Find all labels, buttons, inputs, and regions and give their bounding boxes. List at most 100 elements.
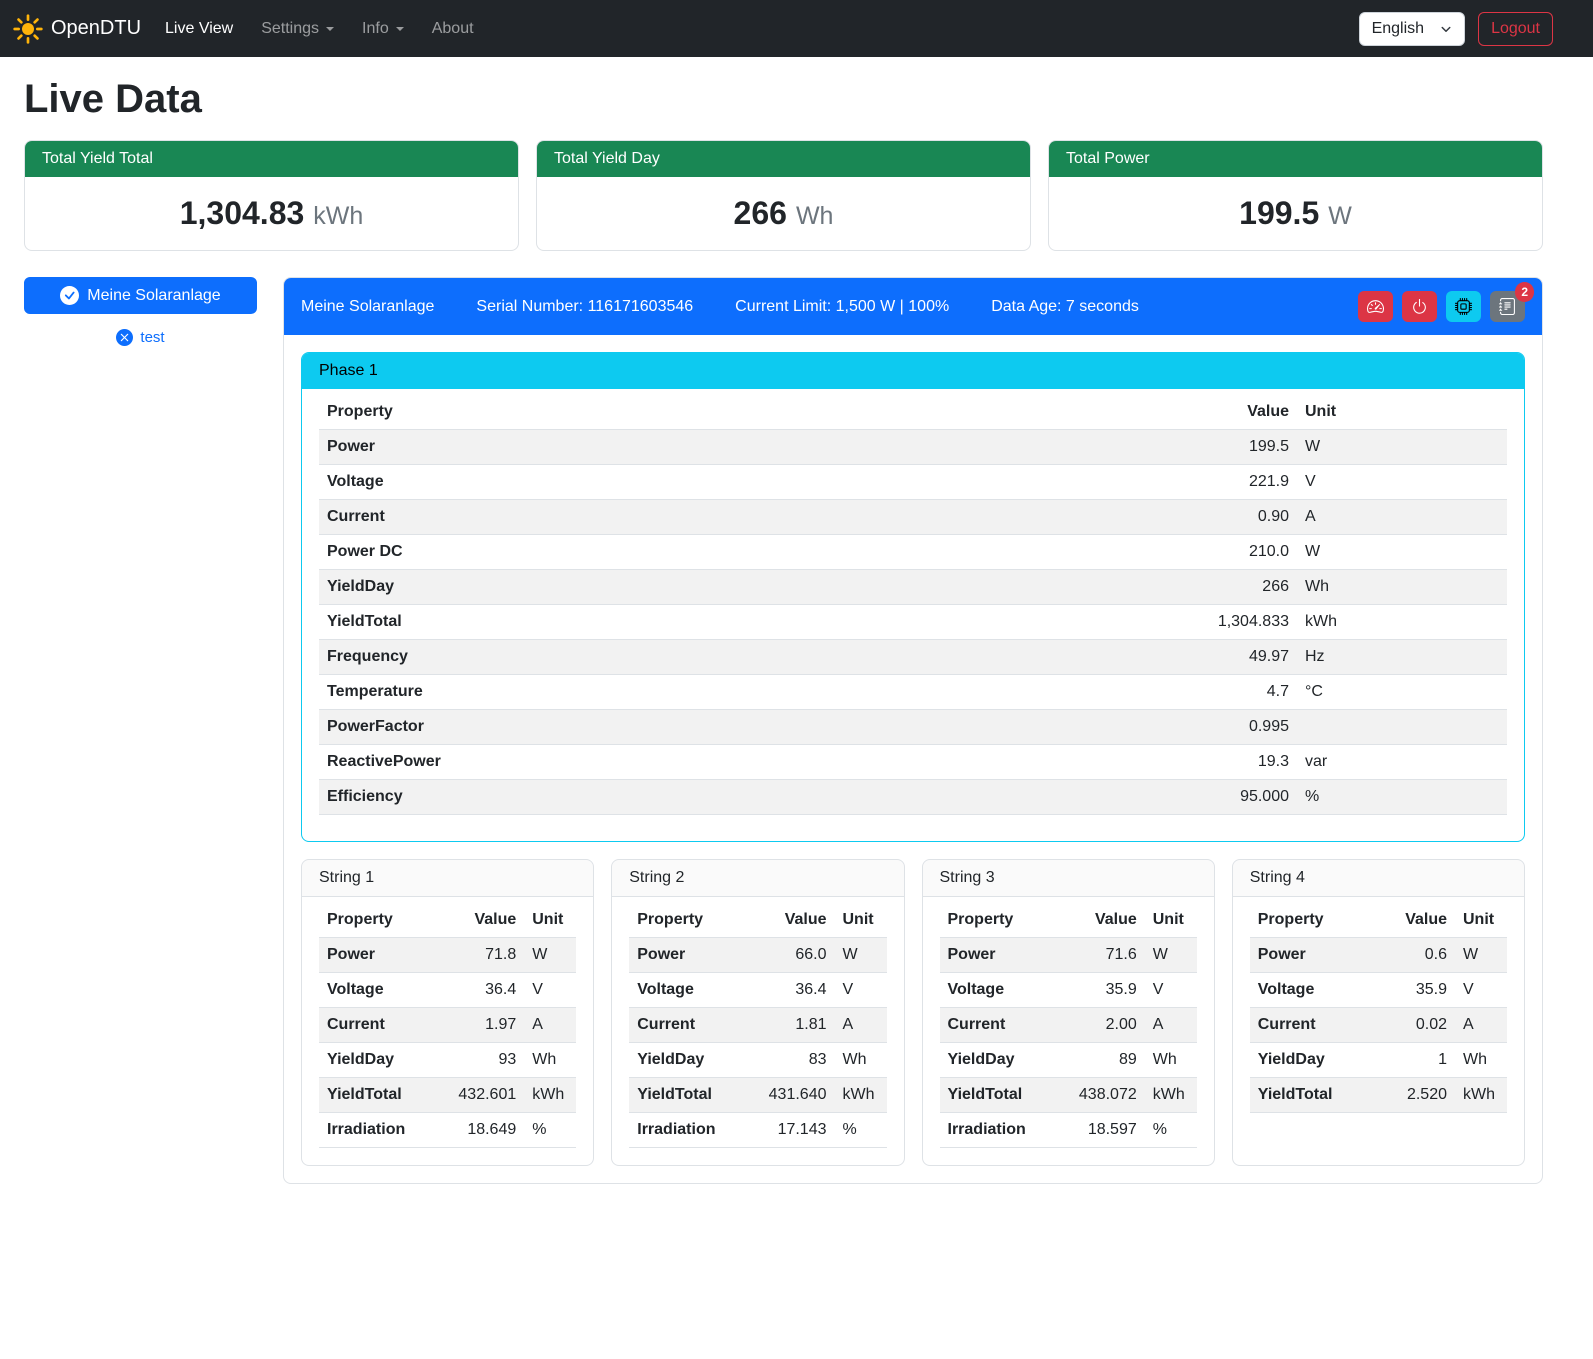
column-header-unit: Unit xyxy=(835,903,887,938)
unit-cell xyxy=(1297,710,1507,745)
property-cell: YieldTotal xyxy=(629,1078,744,1113)
column-header-unit: Unit xyxy=(1455,903,1507,938)
value-cell: 36.4 xyxy=(744,973,834,1008)
table-row: Current 2.00 A xyxy=(940,1008,1197,1043)
string-card-body: Property Value Unit Power 71.6 W Voltage… xyxy=(923,897,1214,1165)
string-table-head: Property Value Unit xyxy=(319,903,576,938)
nav-item-settings[interactable]: Settings xyxy=(247,12,348,46)
property-cell: Frequency xyxy=(319,640,904,675)
summary-unit: W xyxy=(1328,202,1352,230)
summary-unit: Wh xyxy=(796,202,834,230)
table-row: Temperature 4.7 °C xyxy=(319,675,1507,710)
inverter-serial: Serial Number: 116171603546 xyxy=(476,298,693,316)
property-cell: YieldDay xyxy=(629,1043,744,1078)
inverter-data-age: Data Age: 7 seconds xyxy=(991,298,1139,316)
property-cell: YieldDay xyxy=(940,1043,1055,1078)
inverter-item-test[interactable]: test xyxy=(24,329,257,346)
table-row: YieldDay 1 Wh xyxy=(1250,1043,1507,1078)
table-row: Voltage 36.4 V xyxy=(319,973,576,1008)
table-row: ReactivePower 19.3 var xyxy=(319,745,1507,780)
value-cell: 36.4 xyxy=(434,973,524,1008)
value-cell: 18.597 xyxy=(1055,1113,1145,1148)
nav-item-live-view[interactable]: Live View xyxy=(151,12,247,46)
nav-item-about[interactable]: About xyxy=(418,12,488,46)
property-cell: Current xyxy=(319,1008,434,1043)
unit-cell: W xyxy=(1297,535,1507,570)
property-cell: YieldTotal xyxy=(319,605,904,640)
phase-card-title: Phase 1 xyxy=(302,353,1524,389)
string-table: Property Value Unit Power 71.8 W Voltage… xyxy=(319,903,576,1148)
unit-cell: kWh xyxy=(1455,1078,1507,1113)
table-row: Power 66.0 W xyxy=(629,938,886,973)
property-cell: Power xyxy=(319,938,434,973)
value-cell: 0.02 xyxy=(1375,1008,1455,1043)
table-row: YieldDay 266 Wh xyxy=(319,570,1507,605)
unit-cell: W xyxy=(1455,938,1507,973)
column-header-value: Value xyxy=(1055,903,1145,938)
brand[interactable]: OpenDTU xyxy=(12,13,141,45)
inverter-actions: 2 xyxy=(1358,291,1525,322)
language-select[interactable]: English xyxy=(1359,12,1465,46)
unit-cell: A xyxy=(524,1008,576,1043)
table-row: Frequency 49.97 Hz xyxy=(319,640,1507,675)
sun-logo-icon xyxy=(12,13,44,45)
table-row: Irradiation 17.143 % xyxy=(629,1113,886,1148)
property-cell: Power xyxy=(1250,938,1375,973)
logout-button[interactable]: Logout xyxy=(1478,12,1553,46)
unit-cell: W xyxy=(1297,430,1507,465)
property-cell: Power xyxy=(629,938,744,973)
inverter-select-button[interactable]: Meine Solaranlage xyxy=(24,277,257,314)
summary-card-total-yield-total: Total Yield Total 1,304.83kWh xyxy=(24,140,519,251)
unit-cell: V xyxy=(835,973,887,1008)
property-cell: Irradiation xyxy=(319,1113,434,1148)
string-card-2: String 2 Property Value Unit xyxy=(611,859,904,1166)
limit-settings-button[interactable] xyxy=(1358,291,1393,322)
value-cell: 221.9 xyxy=(904,465,1297,500)
table-row: Current 0.02 A xyxy=(1250,1008,1507,1043)
string-card-body: Property Value Unit Power 71.8 W Voltage… xyxy=(302,897,593,1165)
string-table-body: Power 0.6 W Voltage 35.9 V Current 0.02 … xyxy=(1250,938,1507,1113)
event-log-button[interactable]: 2 xyxy=(1490,291,1525,322)
device-info-button[interactable] xyxy=(1446,291,1481,322)
value-cell: 1,304.833 xyxy=(904,605,1297,640)
phase-table-body: Power 199.5 W Voltage 221.9 V Current 0.… xyxy=(319,430,1507,815)
value-cell: 1.97 xyxy=(434,1008,524,1043)
nav-item-info[interactable]: Info xyxy=(348,12,418,46)
column-header-property: Property xyxy=(319,395,904,430)
unit-cell: W xyxy=(1145,938,1197,973)
summary-card-total-yield-day: Total Yield Day 266Wh xyxy=(536,140,1031,251)
property-cell: Current xyxy=(319,500,904,535)
inverter-card-header: Meine Solaranlage Serial Number: 1161716… xyxy=(284,278,1542,335)
property-cell: Voltage xyxy=(629,973,744,1008)
string-card-body: Property Value Unit Power 66.0 W Voltage… xyxy=(612,897,903,1165)
value-cell: 17.143 xyxy=(744,1113,834,1148)
power-button[interactable] xyxy=(1402,291,1437,322)
table-row: YieldDay 89 Wh xyxy=(940,1043,1197,1078)
phase-table: Property Value Unit Power 199.5 W Voltag… xyxy=(319,395,1507,815)
value-cell: 1.81 xyxy=(744,1008,834,1043)
summary-card-title: Total Power xyxy=(1049,141,1542,177)
value-cell: 71.8 xyxy=(434,938,524,973)
property-cell: Voltage xyxy=(1250,973,1375,1008)
value-cell: 2.00 xyxy=(1055,1008,1145,1043)
property-cell: YieldTotal xyxy=(319,1078,434,1113)
summary-card-title: Total Yield Total xyxy=(25,141,518,177)
table-row: YieldTotal 432.601 kWh xyxy=(319,1078,576,1113)
string-table: Property Value Unit Power 0.6 W Voltage … xyxy=(1250,903,1507,1113)
value-cell: 199.5 xyxy=(904,430,1297,465)
string-table-head: Property Value Unit xyxy=(940,903,1197,938)
string-table: Property Value Unit Power 71.6 W Voltage… xyxy=(940,903,1197,1148)
column-header-unit: Unit xyxy=(1145,903,1197,938)
unit-cell: var xyxy=(1297,745,1507,780)
property-cell: Irradiation xyxy=(940,1113,1055,1148)
table-row: YieldTotal 438.072 kWh xyxy=(940,1078,1197,1113)
table-row: Current 1.81 A xyxy=(629,1008,886,1043)
summary-value: 266 xyxy=(734,195,787,231)
unit-cell: A xyxy=(1455,1008,1507,1043)
string-table-head: Property Value Unit xyxy=(1250,903,1507,938)
value-cell: 0.6 xyxy=(1375,938,1455,973)
language-select-value: English xyxy=(1372,20,1424,38)
nav-links: Live View Settings Info About xyxy=(151,12,488,46)
gauge-icon xyxy=(1367,298,1384,315)
table-row: Current 1.97 A xyxy=(319,1008,576,1043)
